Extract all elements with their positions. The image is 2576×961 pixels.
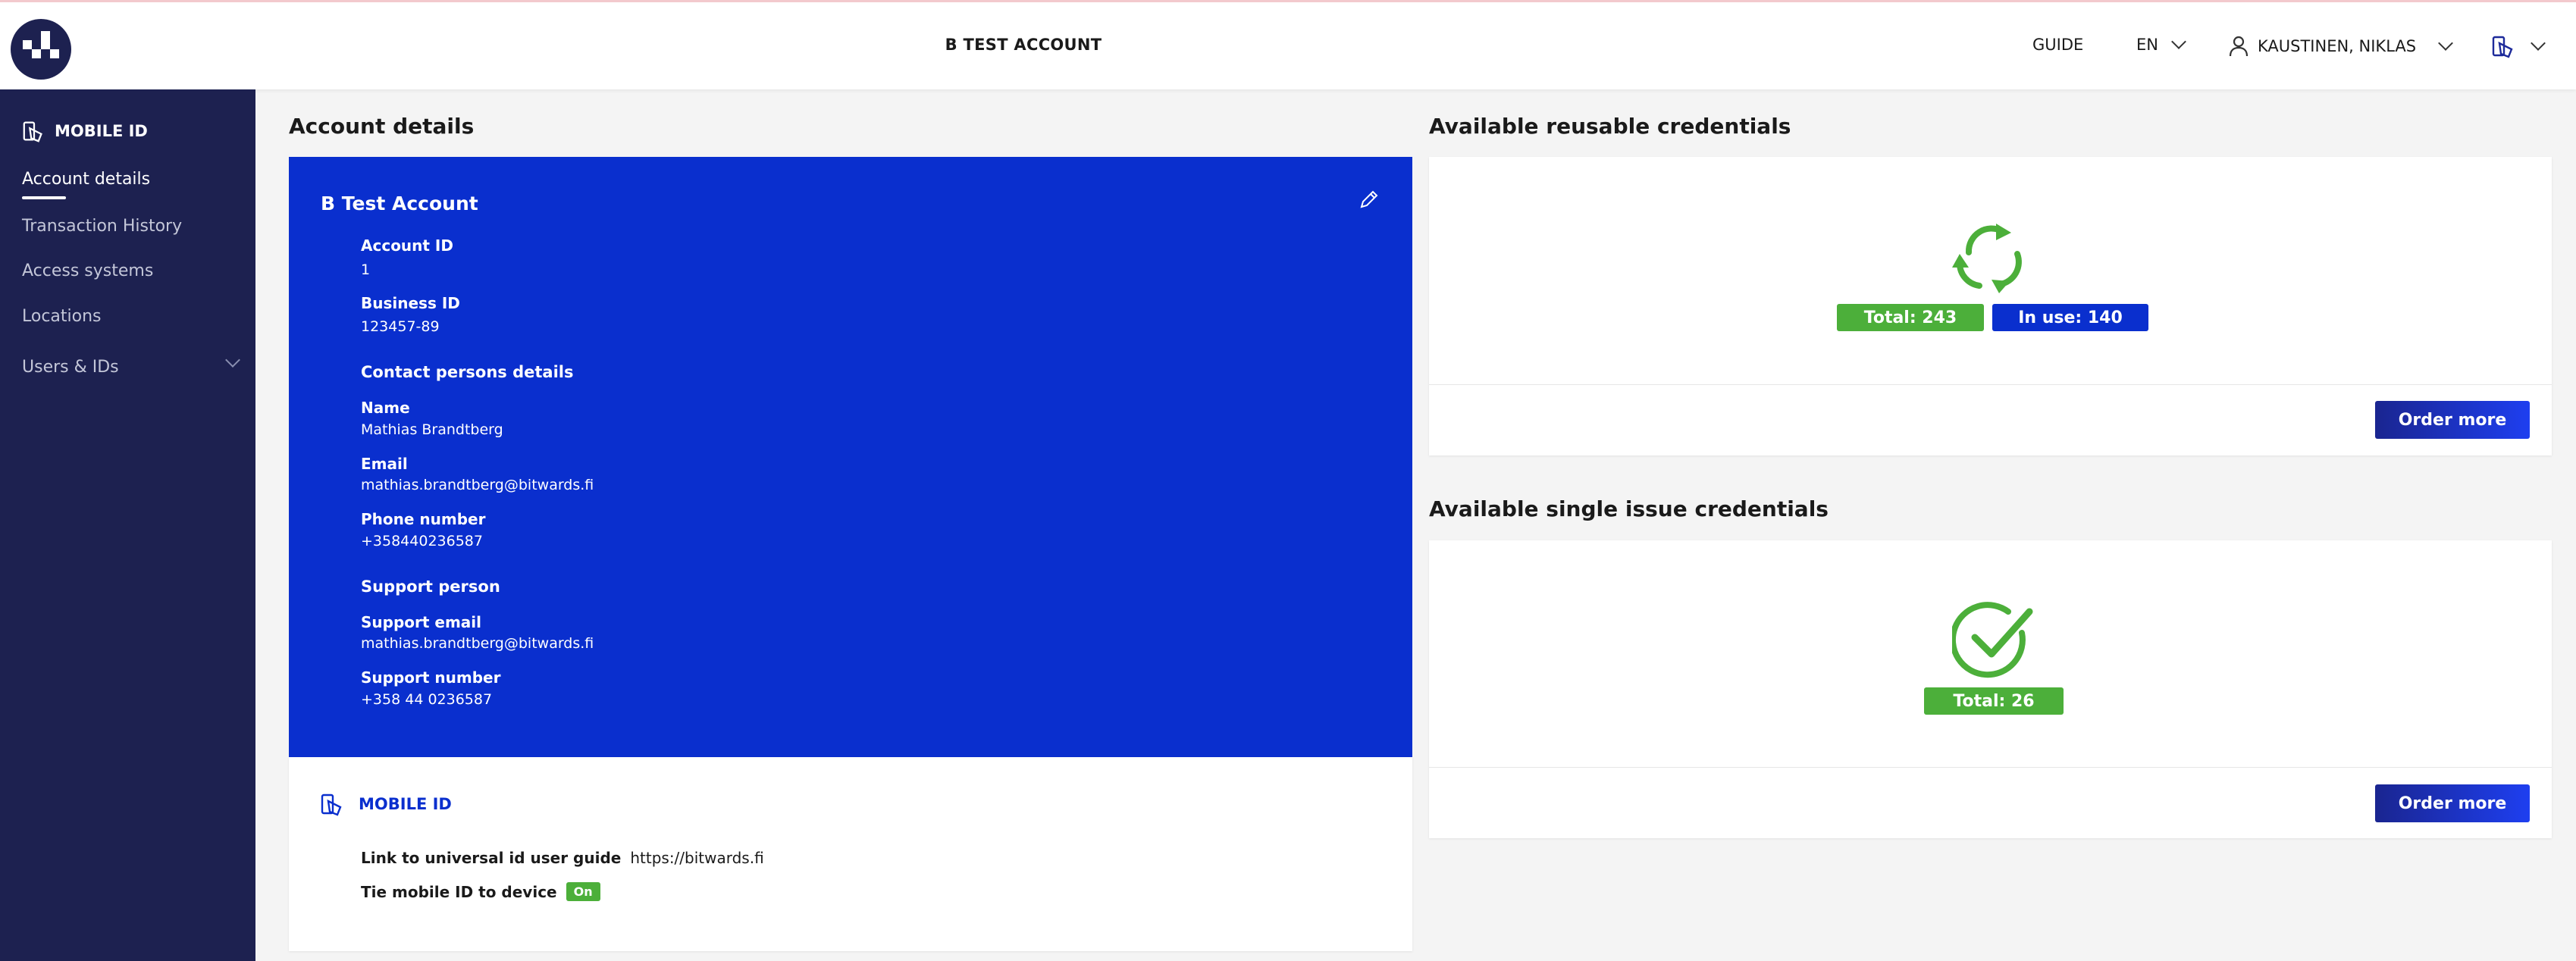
- account-card: B Test Account Account ID 1 Business ID …: [289, 157, 1412, 757]
- user-menu[interactable]: KAUSTINEN, NIKLAS: [2229, 36, 2453, 57]
- tie-device-row: Tie mobile ID to device On: [361, 882, 600, 901]
- phone-label: Phone number: [361, 510, 486, 528]
- reusable-credentials-card: Total: 243 In use: 140 Order more: [1429, 157, 2552, 455]
- account-details-title: Account details: [289, 114, 475, 139]
- sidebar-item-account-details[interactable]: Account details: [22, 170, 150, 189]
- single-issue-credentials-title: Available single issue credentials: [1429, 496, 1829, 521]
- mobile-id-icon: [23, 121, 42, 142]
- language-select[interactable]: EN: [2136, 34, 2186, 54]
- mobile-id-card: MOBILE ID Link to universal id user guid…: [289, 757, 1412, 951]
- guide-link-row: Link to universal id user guide https://…: [361, 849, 764, 867]
- tie-device-label: Tie mobile ID to device: [361, 882, 557, 901]
- chevron-down-icon: [2438, 36, 2453, 51]
- business-id-label: Business ID: [361, 294, 460, 312]
- support-heading: Support person: [361, 578, 500, 596]
- sidebar-item-users-ids[interactable]: Users & IDs: [22, 358, 119, 377]
- language-value: EN: [2136, 36, 2158, 54]
- sidebar-item-transaction-history[interactable]: Transaction History: [22, 217, 182, 236]
- order-more-button[interactable]: Order more: [2375, 784, 2530, 822]
- guide-link[interactable]: GUIDE: [2032, 36, 2083, 54]
- email-value: mathias.brandtberg@bitwards.fi: [361, 477, 594, 493]
- edit-button[interactable]: [1359, 189, 1380, 213]
- top-bar: B TEST ACCOUNT GUIDE EN KAUSTINEN, NIKLA…: [0, 0, 2576, 89]
- single-issue-credentials-card: Total: 26 Order more: [1429, 540, 2552, 838]
- chevron-down-icon: [2171, 34, 2186, 49]
- chevron-down-icon: [2531, 36, 2546, 51]
- email-label: Email: [361, 455, 408, 473]
- order-more-button[interactable]: Order more: [2375, 401, 2530, 439]
- contact-heading: Contact persons details: [361, 363, 574, 381]
- in-use-badge: In use: 140: [1992, 304, 2148, 331]
- sidebar: MOBILE ID Account details Transaction Hi…: [0, 89, 255, 961]
- mobile-id-icon: [321, 794, 342, 816]
- guide-link-label: Link to universal id user guide: [361, 849, 622, 867]
- divider: [1429, 384, 2552, 385]
- account-title: B TEST ACCOUNT: [945, 36, 1102, 54]
- guide-link-url[interactable]: https://bitwards.fi: [630, 849, 763, 867]
- support-number-label: Support number: [361, 668, 501, 687]
- divider: [1429, 767, 2552, 768]
- account-id-label: Account ID: [361, 236, 453, 255]
- active-indicator: [22, 196, 66, 199]
- product-switcher[interactable]: [2490, 33, 2546, 60]
- account-id-value: 1: [361, 261, 371, 278]
- pencil-icon: [1360, 190, 1378, 208]
- phone-value: +358440236587: [361, 533, 483, 549]
- guide-label: GUIDE: [2032, 36, 2084, 54]
- total-badge: Total: 26: [1924, 687, 2064, 715]
- sidebar-section-label: MOBILE ID: [55, 122, 148, 140]
- reusable-credentials-title: Available reusable credentials: [1429, 114, 1791, 139]
- support-email-label: Support email: [361, 613, 482, 631]
- user-icon: [2229, 36, 2249, 57]
- total-badge: Total: 243: [1837, 304, 1984, 331]
- support-number-value: +358 44 0236587: [361, 691, 493, 708]
- tie-device-status-badge: On: [566, 882, 600, 901]
- name-value: Mathias Brandtberg: [361, 421, 503, 438]
- business-id-value: 123457-89: [361, 318, 440, 335]
- account-card-title: B Test Account: [321, 193, 478, 214]
- mobile-id-title: MOBILE ID: [359, 795, 452, 813]
- user-name: KAUSTINEN, NIKLAS: [2258, 37, 2417, 55]
- sidebar-item-access-systems[interactable]: Access systems: [22, 261, 153, 280]
- recycle-icon: [1943, 216, 2034, 301]
- check-circle-icon: [1949, 601, 2037, 683]
- mobile-id-icon: [2492, 36, 2513, 58]
- name-label: Name: [361, 399, 410, 417]
- sidebar-section-header: MOBILE ID: [21, 118, 148, 144]
- chevron-down-icon[interactable]: [225, 352, 240, 368]
- support-email-value: mathias.brandtberg@bitwards.fi: [361, 635, 594, 652]
- mobile-id-header: MOBILE ID: [319, 790, 452, 818]
- sidebar-item-locations[interactable]: Locations: [22, 307, 102, 326]
